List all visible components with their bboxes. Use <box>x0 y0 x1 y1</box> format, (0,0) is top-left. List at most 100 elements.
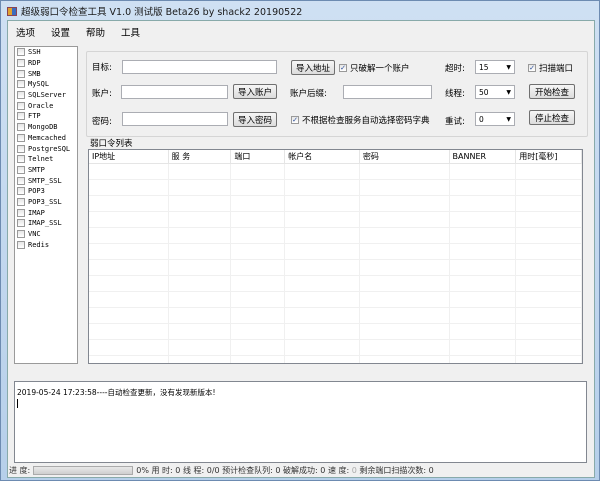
chevron-down-icon: ▼ <box>506 115 511 123</box>
checkbox-icon <box>17 133 25 142</box>
only-one-label: 只破解一个账户 <box>350 64 410 74</box>
service-label: SMTP <box>28 165 45 174</box>
empty-grid-row <box>89 356 582 363</box>
progress-bar <box>33 466 134 475</box>
column-header[interactable]: 用时[毫秒] <box>516 150 582 163</box>
service-checklist[interactable]: SSH RDP SMB MySQL SQLServer Oracle FTP MongoDB M… <box>14 46 78 364</box>
column-header[interactable]: 服 务 <box>169 150 232 163</box>
checkbox-icon <box>17 208 25 217</box>
target-input[interactable] <box>122 60 277 74</box>
empty-grid-row <box>89 276 582 292</box>
menu-tools[interactable]: 工具 <box>113 23 148 39</box>
no-auto-dict-checkbox[interactable]: ✓ 不根据检查服务自动选择密码字典 <box>291 114 430 126</box>
scan-port-checkbox[interactable]: ✓ 扫描端口 <box>528 62 573 74</box>
account-label: 账户: <box>92 89 112 99</box>
menu-help[interactable]: 帮助 <box>78 23 113 39</box>
results-table[interactable]: IP地址服 务端口 帐户名 密码 BANNER 用时[毫秒] <box>88 149 583 364</box>
checkbox-icon <box>17 91 25 100</box>
import-target-button[interactable]: 导入地址 <box>291 60 335 75</box>
checkbox-icon <box>17 155 25 164</box>
retry-value: 0 <box>479 114 484 124</box>
suffix-input[interactable] <box>343 85 432 99</box>
timeout-value: 15 <box>479 62 489 72</box>
service-item-memcached[interactable]: Memcached <box>15 133 77 144</box>
remaining-label: 剩余端口扫描次数: <box>359 466 427 475</box>
scan-port-label: 扫描端口 <box>539 64 574 74</box>
column-header[interactable]: 端口 <box>231 150 286 163</box>
empty-grid-row <box>89 164 582 180</box>
chevron-down-icon: ▼ <box>506 88 511 96</box>
start-button[interactable]: 开始检查 <box>529 84 575 99</box>
service-item-sqlserver[interactable]: SQLServer <box>15 90 77 101</box>
empty-grid-row <box>89 196 582 212</box>
account-input[interactable] <box>121 85 228 99</box>
service-item-smb[interactable]: SMB <box>15 68 77 79</box>
checkbox-icon <box>17 59 25 68</box>
service-label: IMAP_SSL <box>28 219 62 228</box>
service-item-ftp[interactable]: FTP <box>15 111 77 122</box>
speed-label: 速 度: <box>327 466 350 475</box>
service-label: Redis <box>28 240 50 249</box>
column-header[interactable]: 帐户名 <box>285 150 360 163</box>
column-header[interactable]: 密码 <box>360 150 450 163</box>
service-item-pop3_ssl[interactable]: POP3_SSL <box>15 197 77 208</box>
checkbox-icon <box>17 48 25 57</box>
chevron-down-icon: ▼ <box>506 63 511 71</box>
service-item-rdp[interactable]: RDP <box>15 58 77 69</box>
menu-options[interactable]: 选项 <box>8 23 43 39</box>
checkbox-icon <box>17 219 25 228</box>
service-item-imap[interactable]: IMAP <box>15 207 77 218</box>
retry-select[interactable]: 0 ▼ <box>475 112 515 126</box>
threads-select[interactable]: 50 ▼ <box>475 85 515 99</box>
service-label: Oracle <box>28 101 54 110</box>
service-item-oracle[interactable]: Oracle <box>15 100 77 111</box>
speed-value: 0 <box>351 466 357 475</box>
empty-grid-row <box>89 244 582 260</box>
service-label: MySQL <box>28 80 50 89</box>
import-account-button[interactable]: 导入账户 <box>233 84 277 99</box>
password-input[interactable] <box>122 112 228 126</box>
service-label: SSH <box>28 48 41 57</box>
service-item-ssh[interactable]: SSH <box>15 47 77 58</box>
text-cursor <box>17 399 18 408</box>
threads-status-value: 0/0 <box>206 466 220 475</box>
service-item-smtp[interactable]: SMTP <box>15 165 77 176</box>
service-label: FTP <box>28 112 41 121</box>
checkbox-icon <box>17 240 25 249</box>
column-header[interactable]: IP地址 <box>89 150 169 163</box>
service-item-mysql[interactable]: MySQL <box>15 79 77 90</box>
menu-settings[interactable]: 设置 <box>43 23 78 39</box>
suffix-label: 账户后缀: <box>290 89 327 99</box>
empty-grid-row <box>89 292 582 308</box>
queue-value: 0 <box>275 466 281 475</box>
column-header[interactable]: BANNER <box>450 150 517 163</box>
threads-label: 线程: <box>445 89 465 99</box>
service-item-pop3[interactable]: POP3 <box>15 186 77 197</box>
checkbox-icon <box>17 123 25 132</box>
checkbox-icon: ✓ <box>339 64 347 72</box>
empty-grid-row <box>89 260 582 276</box>
import-password-button[interactable]: 导入密码 <box>233 112 277 127</box>
service-item-mongodb[interactable]: MongoDB <box>15 122 77 133</box>
timeout-select[interactable]: 15 ▼ <box>475 60 515 74</box>
title-bar: 超级弱口令检查工具 V1.0 测试版 Beta26 by shack2 2019… <box>7 4 302 18</box>
service-item-redis[interactable]: Redis <box>15 239 77 250</box>
checkbox-icon <box>17 144 25 153</box>
checkbox-icon <box>17 69 25 78</box>
empty-grid-row <box>89 324 582 340</box>
service-item-imap_ssl[interactable]: IMAP_SSL <box>15 218 77 229</box>
stop-button[interactable]: 停止检查 <box>529 110 575 125</box>
menu-bar: 选项 设置 帮助 工具 <box>8 23 148 39</box>
queue-label: 预计检查队列: <box>222 466 273 475</box>
checkbox-icon <box>17 80 25 89</box>
service-item-smtp_ssl[interactable]: SMTP_SSL <box>15 175 77 186</box>
table-body <box>89 164 582 363</box>
only-one-account-checkbox[interactable]: ✓ 只破解一个账户 <box>339 62 410 74</box>
threads-status-label: 线 程: <box>182 466 205 475</box>
service-label: Memcached <box>28 133 66 142</box>
service-item-telnet[interactable]: Telnet <box>15 154 77 165</box>
service-item-vnc[interactable]: VNC <box>15 229 77 240</box>
progress-text: 0% <box>136 466 149 475</box>
service-item-postgresql[interactable]: PostgreSQL <box>15 143 77 154</box>
log-textarea[interactable]: 2019-05-24 17:23:58----自动检查更新，没有发现新版本! <box>14 381 587 463</box>
